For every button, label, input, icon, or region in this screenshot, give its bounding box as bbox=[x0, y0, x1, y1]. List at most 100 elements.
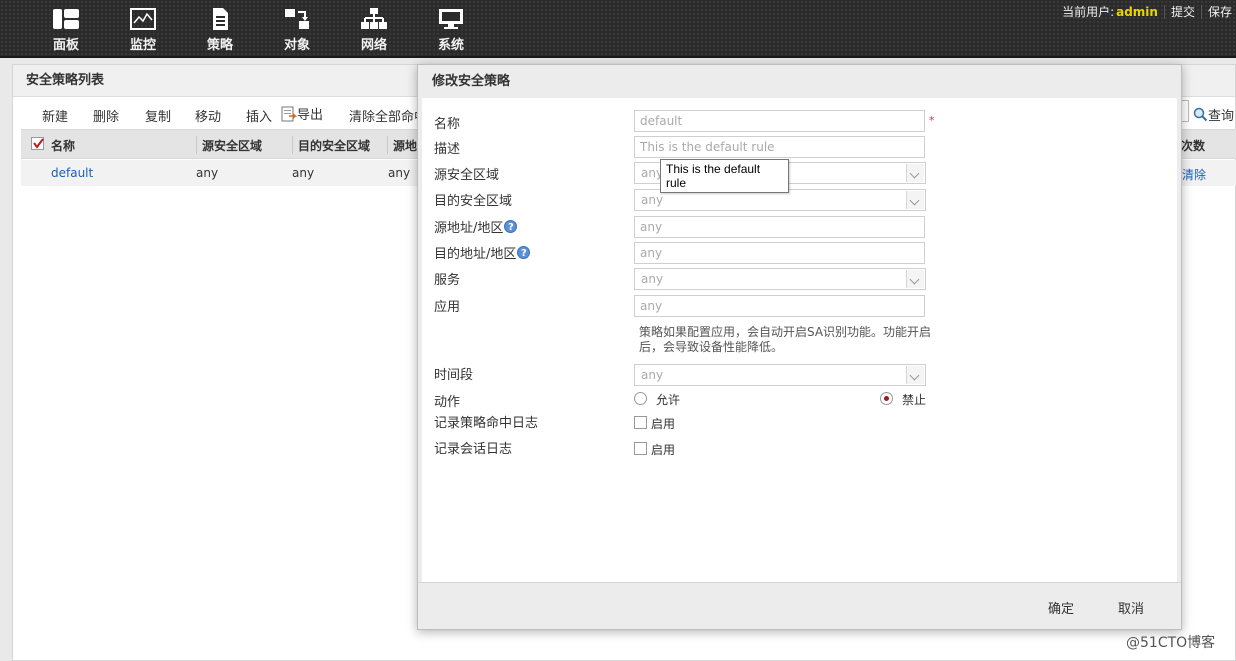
dialog-footer: 确定 取消 bbox=[418, 582, 1181, 631]
cancel-button[interactable]: 取消 bbox=[1118, 598, 1144, 617]
action-label: 动作 bbox=[434, 395, 461, 410]
src-addr-label: 源地址/地区 ? bbox=[434, 217, 518, 236]
dst-zone-label: 目的安全区域 bbox=[434, 194, 513, 209]
export-icon bbox=[281, 106, 297, 121]
dst-addr-label: 目的地址/地区 ? bbox=[434, 243, 531, 262]
application-hint: 策略如果配置应用，会自动开启SA识别功能。功能开启后，会导致设备性能降低。 bbox=[639, 325, 932, 354]
schedule-select[interactable]: any bbox=[634, 364, 926, 386]
src-addr-input[interactable]: any bbox=[634, 216, 925, 238]
log-hit-label: 记录策略命中日志 bbox=[434, 416, 539, 431]
dst-zone-value: any bbox=[641, 193, 664, 207]
column-divider bbox=[196, 136, 197, 154]
column-header-src-addr[interactable]: 源地 bbox=[393, 137, 417, 154]
nav-label: 监控 bbox=[129, 38, 156, 53]
src-addr-label-text: 源地址/地区 bbox=[434, 221, 504, 236]
nav-item-policy[interactable]: 策略 bbox=[190, 6, 250, 54]
save-link[interactable]: 保存 bbox=[1208, 3, 1232, 20]
src-addr-cell: any bbox=[388, 166, 411, 180]
user-bar: 当前用户: admin 提交 保存 bbox=[1062, 3, 1232, 20]
column-header-dst-zone[interactable]: 目的安全区域 bbox=[298, 137, 370, 154]
column-divider bbox=[387, 136, 388, 154]
log-session-checkbox[interactable] bbox=[634, 442, 647, 455]
nav-label: 网络 bbox=[360, 38, 387, 53]
chevron-down-icon[interactable] bbox=[906, 191, 924, 209]
current-username: admin bbox=[1116, 4, 1158, 19]
move-button[interactable]: 移动 bbox=[195, 106, 221, 125]
network-icon bbox=[361, 8, 387, 29]
policy-name-link[interactable]: default bbox=[51, 166, 93, 180]
name-label: 名称 bbox=[434, 117, 461, 132]
dialog-body: 名称 default * 描述 This is the default rule… bbox=[422, 98, 1177, 582]
chevron-down-icon[interactable] bbox=[906, 270, 924, 288]
nav-item-network[interactable]: 网络 bbox=[344, 6, 404, 54]
required-mark: * bbox=[929, 114, 935, 127]
select-all-checkbox[interactable] bbox=[31, 137, 44, 150]
service-select[interactable]: any bbox=[634, 268, 926, 290]
help-icon[interactable]: ? bbox=[517, 246, 531, 259]
monitor-icon bbox=[130, 8, 156, 30]
description-input[interactable]: This is the default rule bbox=[634, 136, 925, 158]
nav-item-dashboard[interactable]: 面板 bbox=[36, 6, 96, 54]
object-icon bbox=[285, 9, 309, 29]
deny-radio[interactable] bbox=[880, 392, 893, 405]
clear-hits-link[interactable]: 清除 bbox=[1182, 166, 1206, 183]
src-zone-label: 源安全区域 bbox=[434, 168, 500, 183]
top-nav: 面板 监控 策略 对象 网络 系统 当前用户: admin 提交 保存 bbox=[0, 0, 1236, 58]
nav-item-system[interactable]: 系统 bbox=[421, 6, 481, 54]
insert-button[interactable]: 插入 bbox=[246, 106, 272, 125]
schedule-value: any bbox=[641, 368, 664, 382]
application-input[interactable]: any bbox=[634, 295, 925, 317]
policy-icon bbox=[213, 8, 228, 30]
edit-policy-dialog: 修改安全策略 名称 default * 描述 This is the defau… bbox=[417, 64, 1182, 630]
description-tooltip: This is the default rule bbox=[660, 159, 789, 193]
nav-item-monitor[interactable]: 监控 bbox=[113, 6, 173, 54]
column-divider bbox=[292, 136, 293, 154]
description-label: 描述 bbox=[434, 142, 461, 157]
deny-label: 禁止 bbox=[902, 393, 927, 407]
nav-label: 策略 bbox=[206, 38, 233, 53]
export-button[interactable]: 导出 bbox=[281, 104, 323, 123]
watermark-text: @51CTO博客 bbox=[1126, 635, 1216, 651]
divider bbox=[1163, 4, 1165, 19]
log-session-enable-label: 启用 bbox=[651, 443, 676, 457]
log-session-label: 记录会话日志 bbox=[434, 442, 513, 457]
schedule-label: 时间段 bbox=[434, 368, 474, 383]
src-zone-cell: any bbox=[196, 166, 219, 180]
dst-addr-label-text: 目的地址/地区 bbox=[434, 247, 517, 262]
dst-zone-cell: any bbox=[292, 166, 315, 180]
new-button[interactable]: 新建 bbox=[42, 106, 68, 125]
query-button[interactable]: 查询 bbox=[1193, 105, 1234, 124]
column-header-name[interactable]: 名称 bbox=[51, 137, 75, 154]
current-user-label: 当前用户: bbox=[1062, 5, 1115, 19]
log-hit-enable-label: 启用 bbox=[651, 417, 676, 431]
column-header-hits[interactable]: 次数 bbox=[1181, 137, 1205, 154]
allow-radio[interactable] bbox=[634, 392, 647, 405]
system-icon bbox=[439, 9, 463, 29]
allow-label: 允许 bbox=[656, 393, 681, 407]
export-label: 导出 bbox=[297, 108, 324, 123]
nav-item-object[interactable]: 对象 bbox=[267, 6, 327, 54]
checkmark-icon bbox=[33, 138, 44, 149]
clear-hits-button[interactable]: 清除全部命中 bbox=[349, 106, 419, 125]
dst-addr-input[interactable]: any bbox=[634, 242, 925, 264]
chevron-down-icon[interactable] bbox=[906, 366, 924, 384]
search-icon bbox=[1193, 107, 1208, 122]
nav-label: 对象 bbox=[283, 38, 310, 53]
nav-label: 面板 bbox=[52, 38, 79, 53]
chevron-down-icon[interactable] bbox=[906, 164, 924, 182]
name-input[interactable]: default bbox=[634, 110, 925, 132]
nav-label: 系统 bbox=[437, 38, 464, 53]
search-input[interactable] bbox=[1181, 100, 1189, 122]
copy-button[interactable]: 复制 bbox=[145, 106, 171, 125]
query-label: 查询 bbox=[1208, 109, 1235, 124]
submit-link[interactable]: 提交 bbox=[1171, 3, 1195, 20]
help-icon[interactable]: ? bbox=[504, 220, 518, 233]
dashboard-icon bbox=[53, 9, 79, 29]
service-value: any bbox=[641, 272, 664, 286]
delete-button[interactable]: 删除 bbox=[93, 106, 119, 125]
log-hit-checkbox[interactable] bbox=[634, 416, 647, 429]
column-header-src-zone[interactable]: 源安全区域 bbox=[202, 137, 262, 154]
dialog-title: 修改安全策略 bbox=[432, 74, 511, 89]
divider bbox=[1200, 4, 1202, 19]
ok-button[interactable]: 确定 bbox=[1048, 598, 1074, 617]
